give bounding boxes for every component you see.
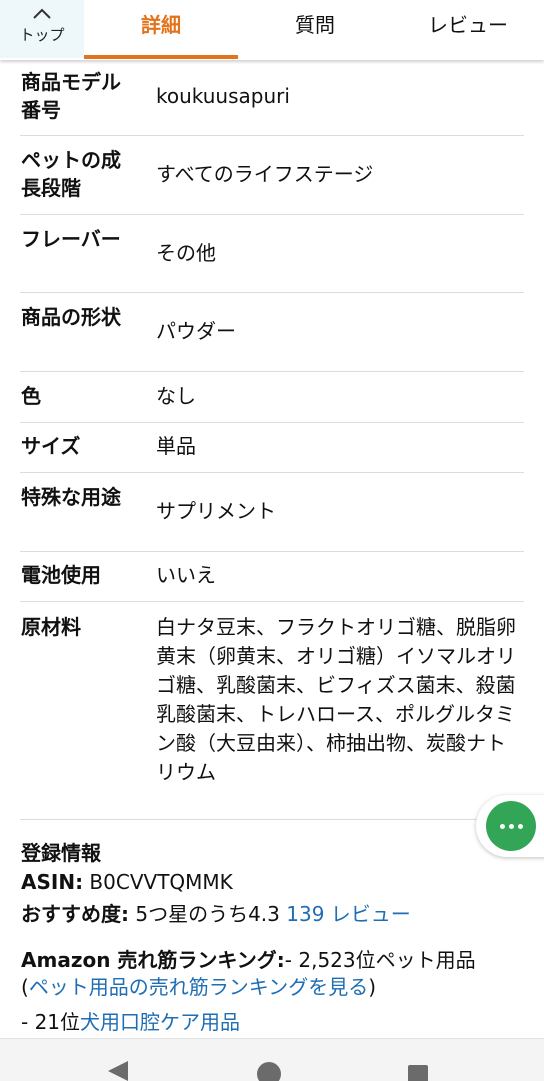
spec-value: すべてのライフステージ [156,162,374,186]
spec-key: サイズ [21,434,81,458]
spec-key: 電池使用 [21,563,101,587]
back-icon[interactable] [106,1061,132,1081]
spec-value: パウダー [156,319,236,343]
tab-top-label: トップ [19,26,65,44]
paren-close: ) [368,975,377,999]
asin-line: ASIN: B0CVVTQMMK [21,870,233,894]
spec-key: 商品の形状 [21,305,121,329]
spec-row: 商品モデル番号 koukuusapuri [20,60,524,136]
spec-value: koukuusapuri [156,84,290,108]
home-icon[interactable] [256,1061,282,1081]
review-link[interactable]: 139 レビュー [286,902,411,926]
recommend-label: おすすめ度: [21,902,129,926]
paren-open: ( [21,975,29,999]
recents-icon[interactable] [406,1063,430,1081]
spec-row: ペットの成長段階 すべてのライフステージ [20,136,524,215]
spec-key: ペットの成長段階 [21,148,121,200]
tab-bar: トップ 詳細 質問 レビュー [0,0,544,60]
spec-value: その他 [156,241,216,265]
ranking-line: Amazon 売れ筋ランキング:- 2,523位ペット用品 [21,944,476,973]
asin-label: ASIN: [21,870,84,894]
subrank-link[interactable]: 犬用口腔ケア用品 [80,1010,240,1034]
spec-row: サイズ 単品 [20,423,524,473]
registration-title: 登録情報 [21,841,101,865]
ranking-link-line: (ペット用品の売れ筋ランキングを見る) [21,971,376,1000]
active-tab-indicator [84,55,238,59]
recommend-value: 5つ星のうち4.3 [135,902,280,926]
spec-key: 色 [21,384,41,408]
ranking-value: - 2,523位ペット用品 [284,948,476,972]
tab-reviews[interactable]: レビュー [392,0,544,58]
subrank-prefix: - 21位 [21,1010,81,1034]
system-nav-bar [0,1038,544,1081]
spec-value: いいえ [156,563,216,587]
spec-row: 色 なし [20,372,524,423]
spec-key: 原材料 [21,615,81,639]
chat-fab-container [476,795,544,857]
chat-button[interactable] [486,801,536,851]
more-dots-icon [500,824,505,829]
tab-top[interactable]: トップ [0,0,84,58]
tab-questions[interactable]: 質問 [238,0,392,58]
spec-row: フレーバー その他 [20,215,524,293]
spec-value: なし [156,384,196,408]
spec-row: 商品の形状 パウダー [20,293,524,372]
ranking-link[interactable]: ペット用品の売れ筋ランキングを見る [29,975,368,999]
spec-key: 商品モデル番号 [21,70,121,122]
more-dots-icon [509,824,514,829]
asin-value: B0CVVTQMMK [89,870,233,894]
spec-value: 単品 [156,434,196,458]
chevron-up-icon [33,8,51,19]
spec-row: 原材料 白ナタ豆末、フラクトオリゴ糖、脱脂卵黄末（卵黄末、オリゴ糖）イソマルオリ… [20,602,524,820]
spec-key: フレーバー [21,227,121,251]
spec-value: サプリメント [156,499,276,523]
ranking-label: Amazon 売れ筋ランキング: [21,948,285,972]
subrank-line: - 21位犬用口腔ケア用品 [21,1006,240,1035]
recommend-line: おすすめ度: 5つ星のうち4.3 139 レビュー [21,898,411,927]
spec-value: 白ナタ豆末、フラクトオリゴ糖、脱脂卵黄末（卵黄末、オリゴ糖）イソマルオリゴ糖、乳… [156,615,516,784]
tab-details[interactable]: 詳細 [84,0,238,58]
spec-row: 特殊な用途 サプリメント [20,473,524,552]
spec-key: 特殊な用途 [21,485,121,509]
more-dots-icon [518,824,523,829]
spec-row: 電池使用 いいえ [20,552,524,602]
